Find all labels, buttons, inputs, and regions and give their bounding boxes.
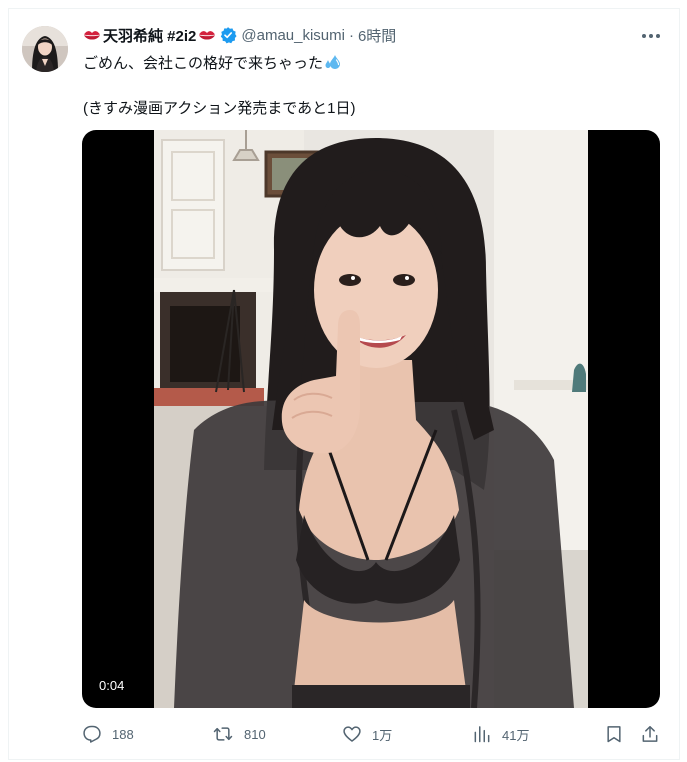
video-timecode: 0:04 [92,674,132,696]
reply-icon [83,725,101,743]
analytics-bar-icon [474,726,490,743]
more-dots-icon [642,34,660,38]
retweet-count: 810 [244,726,266,742]
header-separator: · [348,26,354,44]
share-button[interactable] [640,722,660,746]
like-button[interactable]: 1万 [342,722,392,746]
bookmark-icon [607,726,621,743]
like-count: 1万 [372,727,393,743]
tweet-actions-bar: 188 810 1万 41万 [82,722,662,746]
sweat-droplets-icon [325,55,341,69]
bookmark-button[interactable] [604,722,624,746]
verified-badge-icon[interactable] [219,26,237,44]
tweet-text-line-2: (きすみ漫画アクション発売まであと1日) [83,97,355,117]
reply-count: 188 [112,726,134,742]
tweet-text: (きすみ漫画アクション発売まであと1日) [83,99,356,117]
author-display-name[interactable]: 天羽希純 #2i2 [103,25,196,46]
share-upload-icon [642,726,658,742]
video-player[interactable]: 0:04 [82,130,660,708]
kiss-mark-icon [84,31,100,40]
more-options-button[interactable] [640,27,662,45]
video-thumbnail[interactable] [154,130,588,708]
author-handle[interactable]: @amau_kisumi [241,27,345,44]
tweet-text-line-1: ごめん、会社この格好で来ちゃった [83,52,342,72]
video-frame-image [154,130,588,708]
kiss-mark-icon [199,31,216,40]
views-button[interactable]: 41万 [472,722,529,746]
profile-photo-icon [22,26,68,72]
page: 天羽希純 #2i2 @amau_kisumi · 6時間 ごめん、会社この格好で… [0,0,687,762]
retweet-button[interactable]: 810 [212,722,266,746]
tweet-timestamp[interactable]: 6時間 [358,25,396,46]
author-avatar[interactable] [22,26,68,72]
retweet-icon [213,727,233,741]
tweet-text: ごめん、会社この格好で来ちゃった [83,54,324,72]
reply-button[interactable]: 188 [82,722,134,746]
views-count: 41万 [502,727,530,743]
heart-icon [343,726,361,742]
tweet-header: 天羽希純 #2i2 @amau_kisumi · 6時間 [83,24,396,46]
